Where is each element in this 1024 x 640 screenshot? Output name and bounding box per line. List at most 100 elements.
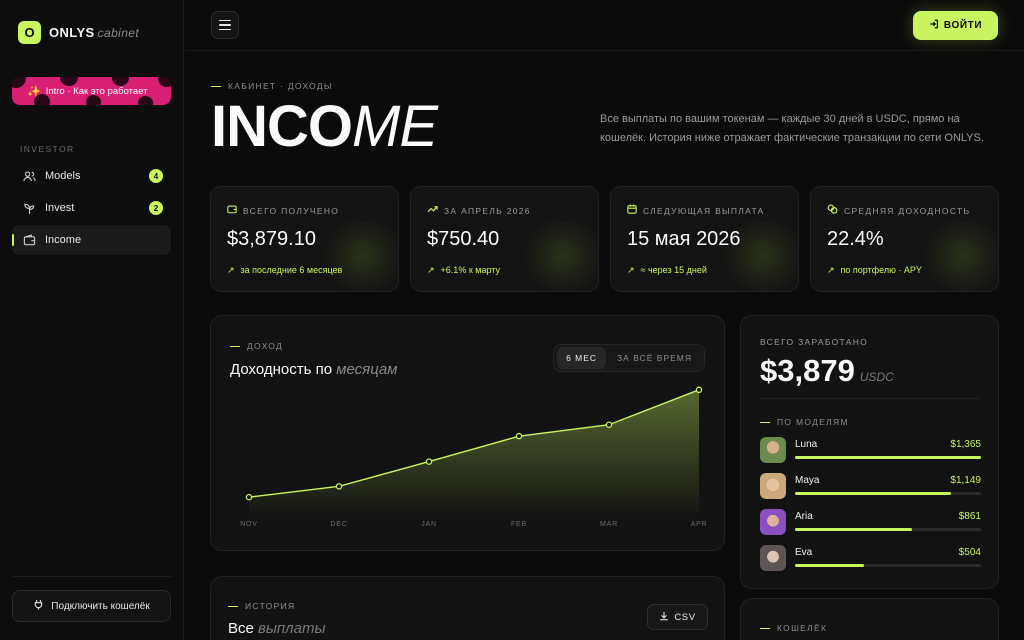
x-tick-label: FEB <box>511 521 527 528</box>
sidebar-section-label: INVESTOR <box>20 144 75 154</box>
login-icon <box>929 19 939 32</box>
income-chart-card: ДОХОД Доходность по месяцам 6 МЕС ЗА ВСЁ… <box>210 315 725 551</box>
model-amount: $861 <box>958 511 981 522</box>
intro-button[interactable]: ✨ Intro · Как это работает <box>12 77 171 105</box>
users-icon <box>22 169 36 183</box>
brand-logo[interactable]: O ONLYS cabinet <box>18 21 139 44</box>
avatar <box>760 437 786 463</box>
calendar-icon <box>627 204 637 217</box>
model-amount: $1,365 <box>950 439 981 450</box>
stat-value: $750.40 <box>427 228 500 250</box>
stat-sub: ≈ через 15 дней <box>640 265 707 275</box>
logo-mark: O <box>18 21 41 44</box>
stat-label: ВСЕГО ПОЛУЧЕНО <box>243 205 340 216</box>
plant-icon <box>22 201 36 215</box>
avatar <box>760 545 786 571</box>
connect-wallet-label: Подключить кошелёк <box>51 600 150 612</box>
total-earned-value: $3,879 USDC <box>760 353 894 388</box>
income-area <box>249 389 699 513</box>
brand-sub: cabinet <box>97 26 140 40</box>
model-row-eva[interactable]: Eva $504 <box>760 545 981 573</box>
coins-icon <box>827 204 838 217</box>
trend-up-icon <box>427 204 438 217</box>
download-icon <box>659 611 669 624</box>
share-bar <box>795 492 981 495</box>
data-point-nov[interactable] <box>245 493 253 501</box>
model-amount: $504 <box>958 547 981 558</box>
arrow-up-right-icon: ↗ <box>627 265 635 275</box>
model-name: Aria <box>795 511 813 522</box>
data-point-apr[interactable] <box>695 386 703 394</box>
brand-name: ONLYS <box>49 25 95 40</box>
sidebar-divider <box>12 576 171 577</box>
sidebar-item-invest[interactable]: Invest 2 <box>12 193 171 223</box>
currency-unit: USDC <box>859 370 894 384</box>
stat-card-next-payout: СЛЕДУЮЩАЯ ВЫПЛАТА 15 мая 2026 ↗ ≈ через 1… <box>610 186 799 292</box>
model-name: Eva <box>795 547 813 558</box>
sidebar-item-label: Models <box>45 170 81 182</box>
arrow-up-right-icon: ↗ <box>227 265 235 275</box>
arrow-up-right-icon: ↗ <box>827 265 835 275</box>
share-bar <box>795 456 981 459</box>
data-point-dec[interactable] <box>335 483 343 490</box>
avatar <box>760 473 786 499</box>
export-csv-button[interactable]: CSV <box>647 604 708 630</box>
model-amount: $1,149 <box>950 475 981 486</box>
page-eyebrow: КАБИНЕТ · ДОХОДЫ <box>211 81 333 91</box>
divider <box>760 398 979 399</box>
x-tick-label: MAR <box>600 521 618 528</box>
stat-value: 15 мая 2026 <box>627 228 741 250</box>
data-point-mar[interactable] <box>605 421 613 428</box>
share-bar <box>795 564 981 567</box>
sparkle-icon: ✨ <box>27 85 41 98</box>
x-tick-label: APR <box>691 521 708 528</box>
stat-label: ЗА АПРЕЛЬ 2026 <box>444 205 531 216</box>
model-row-luna[interactable]: Luna $1,365 <box>760 437 981 465</box>
stat-value: $3,879.10 <box>227 228 316 250</box>
invest-count-badge: 2 <box>149 201 163 215</box>
by-models-label: ПО МОДЕЛЯМ <box>777 417 849 427</box>
plug-icon <box>33 599 44 613</box>
hamburger-icon <box>219 19 231 22</box>
sidebar-item-label: Income <box>45 234 82 246</box>
history-title: Все выплаты <box>228 620 326 637</box>
stat-card-avg-yield: СРЕДНЯЯ ДОХОДНОСТЬ 22.4% ↗ по портфелю · … <box>810 186 999 292</box>
arrow-up-right-icon: ↗ <box>427 265 435 275</box>
menu-button[interactable] <box>211 11 239 39</box>
avatar <box>760 509 786 535</box>
sidebar-item-models[interactable]: Models 4 <box>12 161 171 191</box>
connect-wallet-button[interactable]: Подключить кошелёк <box>12 590 171 622</box>
topbar: ВОЙТИ <box>185 0 1024 51</box>
income-area-chart: NOV DEC JAN FEB MAR APR <box>240 386 708 528</box>
x-tick-label: NOV <box>240 521 258 528</box>
model-name: Maya <box>795 475 820 486</box>
models-count-badge: 4 <box>149 169 163 183</box>
sidebar-item-label: Invest <box>45 202 75 214</box>
login-button[interactable]: ВОЙТИ <box>913 11 998 40</box>
model-name: Luna <box>795 439 818 450</box>
data-point-jan[interactable] <box>425 458 433 465</box>
stat-sub: +6.1% к марту <box>440 265 500 275</box>
total-earned-label: ВСЕГО ЗАРАБОТАНО <box>760 337 869 347</box>
wallet-icon <box>22 233 36 247</box>
model-row-aria[interactable]: Aria $861 <box>760 509 981 537</box>
model-row-maya[interactable]: Maya $1,149 <box>760 473 981 501</box>
wallet-card: КОШЕЛЁК <box>740 598 999 640</box>
payout-history-card: ИСТОРИЯ Все выплаты CSV <box>210 576 725 640</box>
page-description: Все выплаты по вашим токенам — каждые 30… <box>600 113 984 144</box>
stat-sub: по портфелю · APY <box>840 265 922 275</box>
page-title: INCOME <box>211 94 438 159</box>
sidebar-item-income[interactable]: Income <box>12 225 171 255</box>
stat-label: СЛЕДУЮЩАЯ ВЫПЛАТА <box>643 205 765 216</box>
data-point-feb[interactable] <box>515 432 523 440</box>
login-label: ВОЙТИ <box>943 20 983 31</box>
stat-value: 22.4% <box>827 228 884 250</box>
wallet-eyebrow: КОШЕЛЁК <box>777 623 828 633</box>
share-bar <box>795 528 981 531</box>
stat-sub: за последние 6 месяцев <box>240 265 343 275</box>
history-eyebrow: ИСТОРИЯ <box>245 601 296 611</box>
stat-card-april: ЗА АПРЕЛЬ 2026 $750.40 ↗ +6.1% к марту <box>410 186 599 292</box>
csv-label: CSV <box>674 611 696 623</box>
stat-card-total-received: ВСЕГО ПОЛУЧЕНО $3,879.10 ↗ за последние 6… <box>210 186 399 292</box>
breadcrumb: КАБИНЕТ · ДОХОДЫ <box>228 81 333 91</box>
